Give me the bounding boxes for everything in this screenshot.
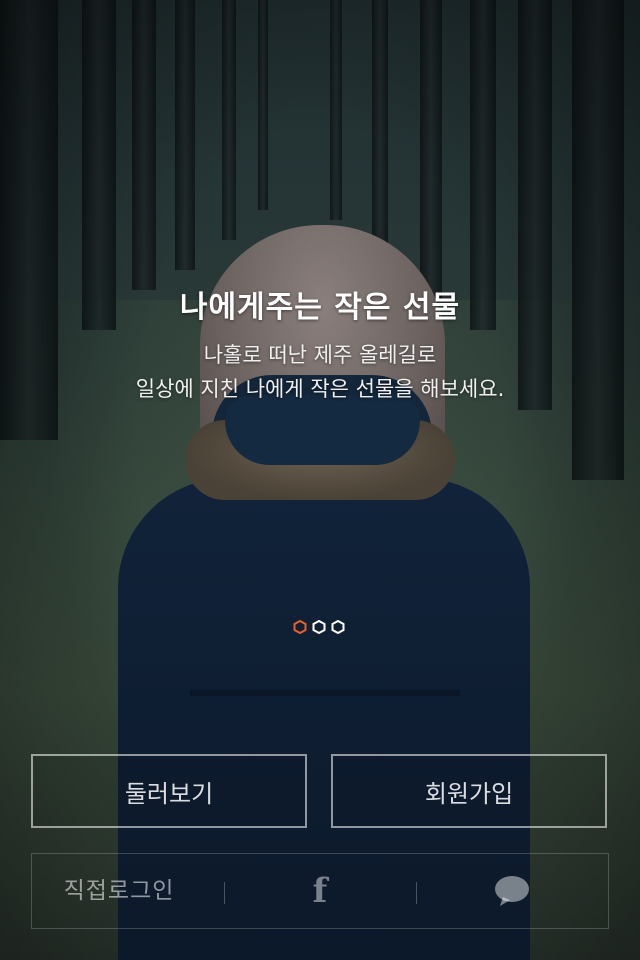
facebook-login-button[interactable]: f bbox=[224, 854, 416, 928]
page-indicator bbox=[293, 620, 345, 634]
browse-button[interactable]: 둘러보기 bbox=[31, 754, 307, 828]
intro-subline-2: 일상에 지친 나에게 작은 선물을 해보세요. bbox=[135, 377, 505, 401]
direct-login-button[interactable]: 직접로그인 bbox=[32, 854, 224, 928]
intro-headline: 나에게주는 작은 선물 bbox=[179, 290, 461, 325]
page-dot-1[interactable] bbox=[293, 620, 307, 634]
intro-subline-1: 나홀로 떠난 제주 올레길로 bbox=[203, 343, 437, 367]
kakao-login-button[interactable] bbox=[416, 854, 608, 928]
direct-login-label: 직접로그인 bbox=[63, 878, 175, 904]
signup-button[interactable]: 회원가입 bbox=[331, 754, 607, 828]
speech-bubble-icon bbox=[495, 876, 529, 906]
facebook-icon: f bbox=[312, 871, 328, 911]
browse-button-label: 둘러보기 bbox=[124, 779, 214, 808]
page-dot-2[interactable] bbox=[312, 620, 326, 634]
login-options-bar: 직접로그인 f bbox=[31, 853, 609, 929]
page-dot-3[interactable] bbox=[331, 620, 345, 634]
splash-screen: 나에게주는 작은 선물 나홀로 떠난 제주 올레길로 일상에 지친 나에게 작은… bbox=[0, 0, 640, 960]
signup-button-label: 회원가입 bbox=[424, 779, 514, 808]
